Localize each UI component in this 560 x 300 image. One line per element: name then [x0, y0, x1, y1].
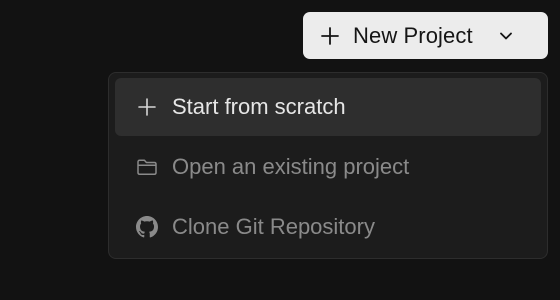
- menu-item-label: Open an existing project: [172, 154, 410, 179]
- plus-icon: [321, 26, 339, 45]
- menu-item-label: Start from scratch: [172, 94, 346, 119]
- new-project-label: New Project: [353, 22, 473, 48]
- new-project-button[interactable]: New Project: [303, 12, 548, 59]
- chevron-down-icon[interactable]: [499, 29, 513, 43]
- menu-item-label: Clone Git Repository: [172, 214, 375, 239]
- new-project-dropdown-menu: Start from scratch Open an existing proj…: [108, 72, 548, 259]
- app-window: New Project Start from scratch Open an e…: [0, 0, 560, 300]
- menu-item-start-from-scratch[interactable]: Start from scratch: [115, 78, 541, 136]
- plus-icon: [136, 96, 158, 118]
- menu-item-clone-git-repository[interactable]: Clone Git Repository: [115, 198, 541, 256]
- github-icon: [136, 216, 158, 238]
- menu-item-open-existing-project[interactable]: Open an existing project: [115, 138, 541, 196]
- folder-icon: [136, 156, 158, 178]
